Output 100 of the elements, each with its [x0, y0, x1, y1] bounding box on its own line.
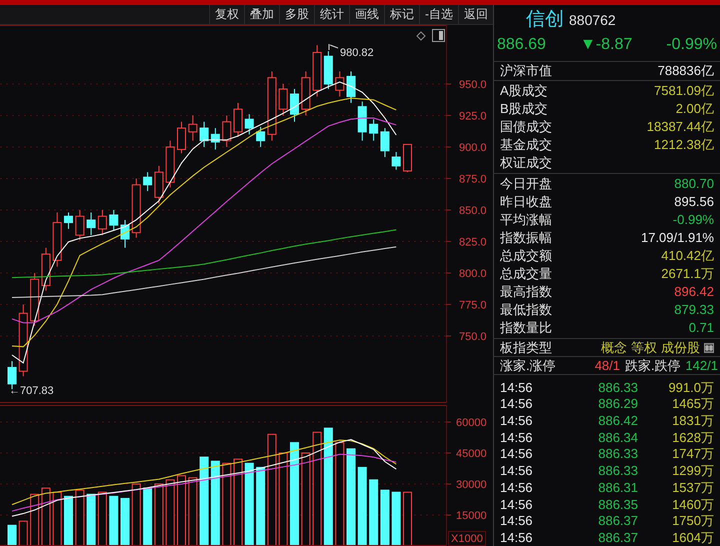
candlestick: [290, 88, 299, 122]
volume-bar: [75, 490, 84, 546]
toolbar-button[interactable]: 返回: [458, 5, 493, 24]
candlestick: [312, 44, 322, 98]
row-label: 最高指数: [500, 283, 552, 302]
index-type-tag[interactable]: 概念: [601, 338, 627, 358]
candlestick: [166, 140, 175, 188]
volume-bar: [30, 494, 40, 546]
grid-icon[interactable]: [704, 342, 714, 353]
tick-price: 886.33: [597, 445, 638, 464]
volume-axis-label: 30000: [456, 478, 487, 491]
price-axis-label: 900.0: [459, 142, 487, 154]
candlestick: [64, 212, 73, 230]
volume-bar: [403, 492, 412, 546]
candlestick: [403, 144, 412, 173]
last-price: 886.69: [497, 35, 546, 56]
volume-bar: [177, 475, 186, 546]
tick-volume: 1465万: [671, 395, 714, 414]
diamond-icon[interactable]: [416, 31, 426, 41]
candlestick: [188, 114, 198, 142]
toolbar-button[interactable]: 标记: [384, 5, 419, 24]
toolbar-button[interactable]: -自选: [419, 5, 458, 24]
row-label: B股成交: [500, 100, 548, 118]
row-value: -0.99%: [672, 211, 714, 230]
unit-label: X1000: [448, 531, 486, 546]
row-value: 1212.38亿: [654, 136, 714, 154]
volume-bar: [18, 520, 28, 546]
low-price-label: ←707.83: [9, 385, 54, 397]
row-label: 国债成交: [500, 118, 552, 136]
tick-time: 14:56: [500, 412, 534, 430]
high-marker-icon: [328, 44, 338, 50]
row-value: 2.00亿: [676, 100, 714, 118]
price-axis-label: 950.0: [459, 78, 487, 91]
tick-price: 886.33: [597, 462, 638, 480]
candlestick: [369, 118, 378, 142]
index-type-tag[interactable]: 成份股: [661, 338, 700, 358]
row-label: 指数振幅: [500, 229, 552, 248]
row-value: 410.42亿: [661, 247, 714, 266]
breadth-value: 48/1: [594, 356, 620, 375]
tick-volume: 1537万: [671, 478, 714, 497]
toolbar-button[interactable]: 复权: [209, 5, 244, 24]
row-value: 879.33: [674, 301, 714, 320]
volume-bar: [98, 492, 107, 546]
tick-time: 14:56: [500, 528, 534, 546]
candlestick: [380, 128, 390, 158]
volume-bar: [8, 524, 16, 546]
row-value: 2671.1万: [661, 265, 714, 284]
volume-bar: [369, 479, 378, 546]
row-value: 895.56: [674, 193, 714, 212]
row-label: 沪深市值: [500, 62, 552, 80]
tick-time: 14:56: [500, 512, 534, 530]
candlestick: [52, 212, 62, 268]
tick-time: 14:56: [500, 462, 534, 480]
index-name: 信创: [526, 9, 564, 32]
percent-change: -0.99%: [666, 35, 717, 56]
price-change: ▼-8.87: [580, 35, 632, 56]
tick-price: 886.35: [597, 496, 638, 514]
candlestick: [324, 50, 333, 90]
toolbar-button[interactable]: 统计: [314, 5, 349, 24]
row-label: 昨日收盘: [500, 193, 552, 212]
candlestick: [392, 152, 401, 170]
volume-bar: [41, 488, 50, 546]
volume-bar: [109, 496, 118, 546]
row-label: 最低指数: [500, 301, 552, 320]
price-axis-label: 850.0: [459, 204, 487, 217]
tick-price: 886.42: [597, 412, 638, 430]
candlestick: [267, 70, 276, 142]
volume-bar: [143, 488, 152, 546]
tick-time: 14:56: [500, 445, 534, 464]
toolbar-button[interactable]: 多股: [279, 5, 314, 24]
tick-time: 14:56: [500, 428, 534, 447]
candlestick: [210, 128, 220, 150]
toolbar-button[interactable]: 叠加: [244, 5, 279, 24]
candlestick: [120, 220, 130, 248]
candlestick: [30, 272, 40, 326]
candlestick: [86, 212, 96, 236]
volume-axis-label: 60000: [456, 416, 487, 429]
candlestick: [335, 70, 344, 98]
tick-volume: 1831万: [671, 412, 714, 430]
tick-volume: 991.0万: [667, 378, 714, 397]
row-label: 今日开盘: [500, 175, 552, 194]
tick-volume: 1628万: [671, 428, 714, 447]
candlestick: [200, 121, 209, 148]
index-type-tag[interactable]: 等权: [631, 338, 657, 358]
row-label: A股成交: [500, 82, 548, 100]
price-axis-label: 775.0: [459, 299, 487, 312]
candlestick: [98, 209, 107, 236]
index-code: 880762: [569, 11, 616, 30]
panel-toggle-icon[interactable]: [432, 29, 445, 42]
row-value: 788836亿: [658, 62, 714, 80]
row-value: 896.42: [674, 283, 714, 302]
tick-price: 886.33: [597, 378, 638, 397]
row-label: 指数量比: [500, 319, 552, 338]
toolbar-button[interactable]: 画线: [349, 5, 384, 24]
high-price-label: 980.82: [340, 47, 374, 59]
candlestick: [256, 126, 266, 148]
breadth-label: 跌家.跌停: [625, 356, 682, 375]
tick-time: 14:56: [500, 395, 534, 414]
row-label: 权证成交: [500, 154, 552, 172]
volume-bar: [120, 498, 130, 546]
